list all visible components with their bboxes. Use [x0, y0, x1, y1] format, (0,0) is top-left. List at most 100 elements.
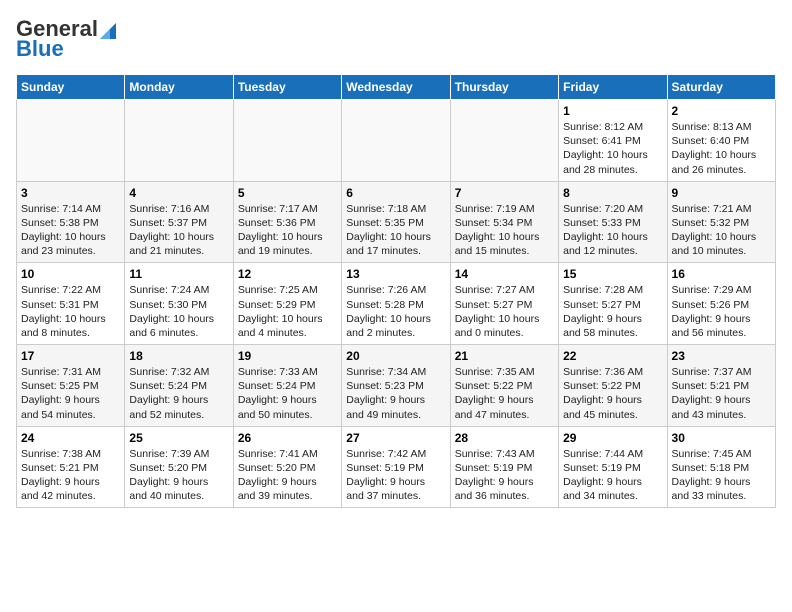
empty-cell [342, 100, 450, 182]
day-number: 16 [672, 267, 771, 281]
day-cell-21: 21 Sunrise: 7:35 AM Sunset: 5:22 PM Dayli… [450, 345, 558, 427]
day-cell-4: 4 Sunrise: 7:16 AM Sunset: 5:37 PM Daylig… [125, 181, 233, 263]
logo: General Blue [16, 16, 116, 62]
page-header: General Blue [16, 16, 776, 62]
weekday-header-row: SundayMondayTuesdayWednesdayThursdayFrid… [17, 75, 776, 100]
day-info: Sunrise: 7:14 AM Sunset: 5:38 PM Dayligh… [21, 202, 120, 259]
day-number: 17 [21, 349, 120, 363]
day-cell-13: 13 Sunrise: 7:26 AM Sunset: 5:28 PM Dayli… [342, 263, 450, 345]
day-info: Sunrise: 7:26 AM Sunset: 5:28 PM Dayligh… [346, 283, 445, 340]
day-info: Sunrise: 7:33 AM Sunset: 5:24 PM Dayligh… [238, 365, 337, 422]
day-info: Sunrise: 7:25 AM Sunset: 5:29 PM Dayligh… [238, 283, 337, 340]
day-cell-16: 16 Sunrise: 7:29 AM Sunset: 5:26 PM Dayli… [667, 263, 775, 345]
day-info: Sunrise: 7:32 AM Sunset: 5:24 PM Dayligh… [129, 365, 228, 422]
day-number: 10 [21, 267, 120, 281]
day-number: 29 [563, 431, 662, 445]
day-number: 1 [563, 104, 662, 118]
week-row-1: 1 Sunrise: 8:12 AM Sunset: 6:41 PM Daylig… [17, 100, 776, 182]
day-info: Sunrise: 7:34 AM Sunset: 5:23 PM Dayligh… [346, 365, 445, 422]
day-number: 28 [455, 431, 554, 445]
day-cell-8: 8 Sunrise: 7:20 AM Sunset: 5:33 PM Daylig… [559, 181, 667, 263]
day-cell-10: 10 Sunrise: 7:22 AM Sunset: 5:31 PM Dayli… [17, 263, 125, 345]
empty-cell [233, 100, 341, 182]
weekday-header-tuesday: Tuesday [233, 75, 341, 100]
day-number: 19 [238, 349, 337, 363]
day-info: Sunrise: 7:42 AM Sunset: 5:19 PM Dayligh… [346, 447, 445, 504]
day-info: Sunrise: 7:39 AM Sunset: 5:20 PM Dayligh… [129, 447, 228, 504]
empty-cell [17, 100, 125, 182]
day-number: 14 [455, 267, 554, 281]
day-cell-14: 14 Sunrise: 7:27 AM Sunset: 5:27 PM Dayli… [450, 263, 558, 345]
day-info: Sunrise: 7:22 AM Sunset: 5:31 PM Dayligh… [21, 283, 120, 340]
week-row-3: 10 Sunrise: 7:22 AM Sunset: 5:31 PM Dayli… [17, 263, 776, 345]
day-number: 21 [455, 349, 554, 363]
day-number: 18 [129, 349, 228, 363]
day-cell-30: 30Sunrise: 7:45 AM Sunset: 5:18 PM Dayli… [667, 426, 775, 508]
day-cell-7: 7 Sunrise: 7:19 AM Sunset: 5:34 PM Daylig… [450, 181, 558, 263]
week-row-5: 24 Sunrise: 7:38 AM Sunset: 5:21 PM Dayli… [17, 426, 776, 508]
day-number: 4 [129, 186, 228, 200]
week-row-4: 17 Sunrise: 7:31 AM Sunset: 5:25 PM Dayli… [17, 345, 776, 427]
weekday-header-thursday: Thursday [450, 75, 558, 100]
weekday-header-sunday: Sunday [17, 75, 125, 100]
day-info: Sunrise: 8:13 AM Sunset: 6:40 PM Dayligh… [672, 120, 771, 177]
day-info: Sunrise: 7:29 AM Sunset: 5:26 PM Dayligh… [672, 283, 771, 340]
day-info: Sunrise: 7:19 AM Sunset: 5:34 PM Dayligh… [455, 202, 554, 259]
week-row-2: 3 Sunrise: 7:14 AM Sunset: 5:38 PM Daylig… [17, 181, 776, 263]
day-info: Sunrise: 7:38 AM Sunset: 5:21 PM Dayligh… [21, 447, 120, 504]
weekday-header-monday: Monday [125, 75, 233, 100]
day-info: Sunrise: 7:27 AM Sunset: 5:27 PM Dayligh… [455, 283, 554, 340]
weekday-header-friday: Friday [559, 75, 667, 100]
day-info: Sunrise: 7:24 AM Sunset: 5:30 PM Dayligh… [129, 283, 228, 340]
day-cell-27: 27 Sunrise: 7:42 AM Sunset: 5:19 PM Dayli… [342, 426, 450, 508]
day-cell-3: 3 Sunrise: 7:14 AM Sunset: 5:38 PM Daylig… [17, 181, 125, 263]
day-cell-11: 11 Sunrise: 7:24 AM Sunset: 5:30 PM Dayli… [125, 263, 233, 345]
day-number: 7 [455, 186, 554, 200]
day-number: 2 [672, 104, 771, 118]
day-number: 15 [563, 267, 662, 281]
day-cell-24: 24 Sunrise: 7:38 AM Sunset: 5:21 PM Dayli… [17, 426, 125, 508]
day-number: 13 [346, 267, 445, 281]
day-cell-1: 1 Sunrise: 8:12 AM Sunset: 6:41 PM Daylig… [559, 100, 667, 182]
day-cell-6: 6 Sunrise: 7:18 AM Sunset: 5:35 PM Daylig… [342, 181, 450, 263]
day-cell-22: 22Sunrise: 7:36 AM Sunset: 5:22 PM Dayli… [559, 345, 667, 427]
day-cell-12: 12 Sunrise: 7:25 AM Sunset: 5:29 PM Dayli… [233, 263, 341, 345]
day-info: Sunrise: 7:21 AM Sunset: 5:32 PM Dayligh… [672, 202, 771, 259]
day-number: 24 [21, 431, 120, 445]
day-cell-15: 15 Sunrise: 7:28 AM Sunset: 5:27 PM Dayli… [559, 263, 667, 345]
day-info: Sunrise: 7:31 AM Sunset: 5:25 PM Dayligh… [21, 365, 120, 422]
day-number: 12 [238, 267, 337, 281]
weekday-header-wednesday: Wednesday [342, 75, 450, 100]
day-info: Sunrise: 7:35 AM Sunset: 5:22 PM Dayligh… [455, 365, 554, 422]
day-info: Sunrise: 7:43 AM Sunset: 5:19 PM Dayligh… [455, 447, 554, 504]
day-cell-20: 20 Sunrise: 7:34 AM Sunset: 5:23 PM Dayli… [342, 345, 450, 427]
day-number: 11 [129, 267, 228, 281]
day-cell-28: 28 Sunrise: 7:43 AM Sunset: 5:19 PM Dayli… [450, 426, 558, 508]
day-number: 20 [346, 349, 445, 363]
day-number: 8 [563, 186, 662, 200]
day-info: Sunrise: 7:18 AM Sunset: 5:35 PM Dayligh… [346, 202, 445, 259]
day-info: Sunrise: 8:12 AM Sunset: 6:41 PM Dayligh… [563, 120, 662, 177]
day-number: 26 [238, 431, 337, 445]
day-number: 30 [672, 431, 771, 445]
day-info: Sunrise: 7:28 AM Sunset: 5:27 PM Dayligh… [563, 283, 662, 340]
day-cell-18: 18 Sunrise: 7:32 AM Sunset: 5:24 PM Dayli… [125, 345, 233, 427]
logo-bird-icon [100, 19, 116, 39]
day-cell-23: 23Sunrise: 7:37 AM Sunset: 5:21 PM Dayli… [667, 345, 775, 427]
day-cell-9: 9 Sunrise: 7:21 AM Sunset: 5:32 PM Daylig… [667, 181, 775, 263]
day-cell-5: 5Sunrise: 7:17 AM Sunset: 5:36 PM Daylig… [233, 181, 341, 263]
day-cell-26: 26 Sunrise: 7:41 AM Sunset: 5:20 PM Dayli… [233, 426, 341, 508]
day-number: 22 [563, 349, 662, 363]
day-cell-29: 29 Sunrise: 7:44 AM Sunset: 5:19 PM Dayli… [559, 426, 667, 508]
day-cell-2: 2 Sunrise: 8:13 AM Sunset: 6:40 PM Daylig… [667, 100, 775, 182]
day-cell-25: 25Sunrise: 7:39 AM Sunset: 5:20 PM Dayli… [125, 426, 233, 508]
day-info: Sunrise: 7:16 AM Sunset: 5:37 PM Dayligh… [129, 202, 228, 259]
day-number: 6 [346, 186, 445, 200]
day-number: 3 [21, 186, 120, 200]
day-info: Sunrise: 7:44 AM Sunset: 5:19 PM Dayligh… [563, 447, 662, 504]
day-info: Sunrise: 7:20 AM Sunset: 5:33 PM Dayligh… [563, 202, 662, 259]
day-number: 9 [672, 186, 771, 200]
day-info: Sunrise: 7:41 AM Sunset: 5:20 PM Dayligh… [238, 447, 337, 504]
day-info: Sunrise: 7:17 AM Sunset: 5:36 PM Dayligh… [238, 202, 337, 259]
day-number: 27 [346, 431, 445, 445]
